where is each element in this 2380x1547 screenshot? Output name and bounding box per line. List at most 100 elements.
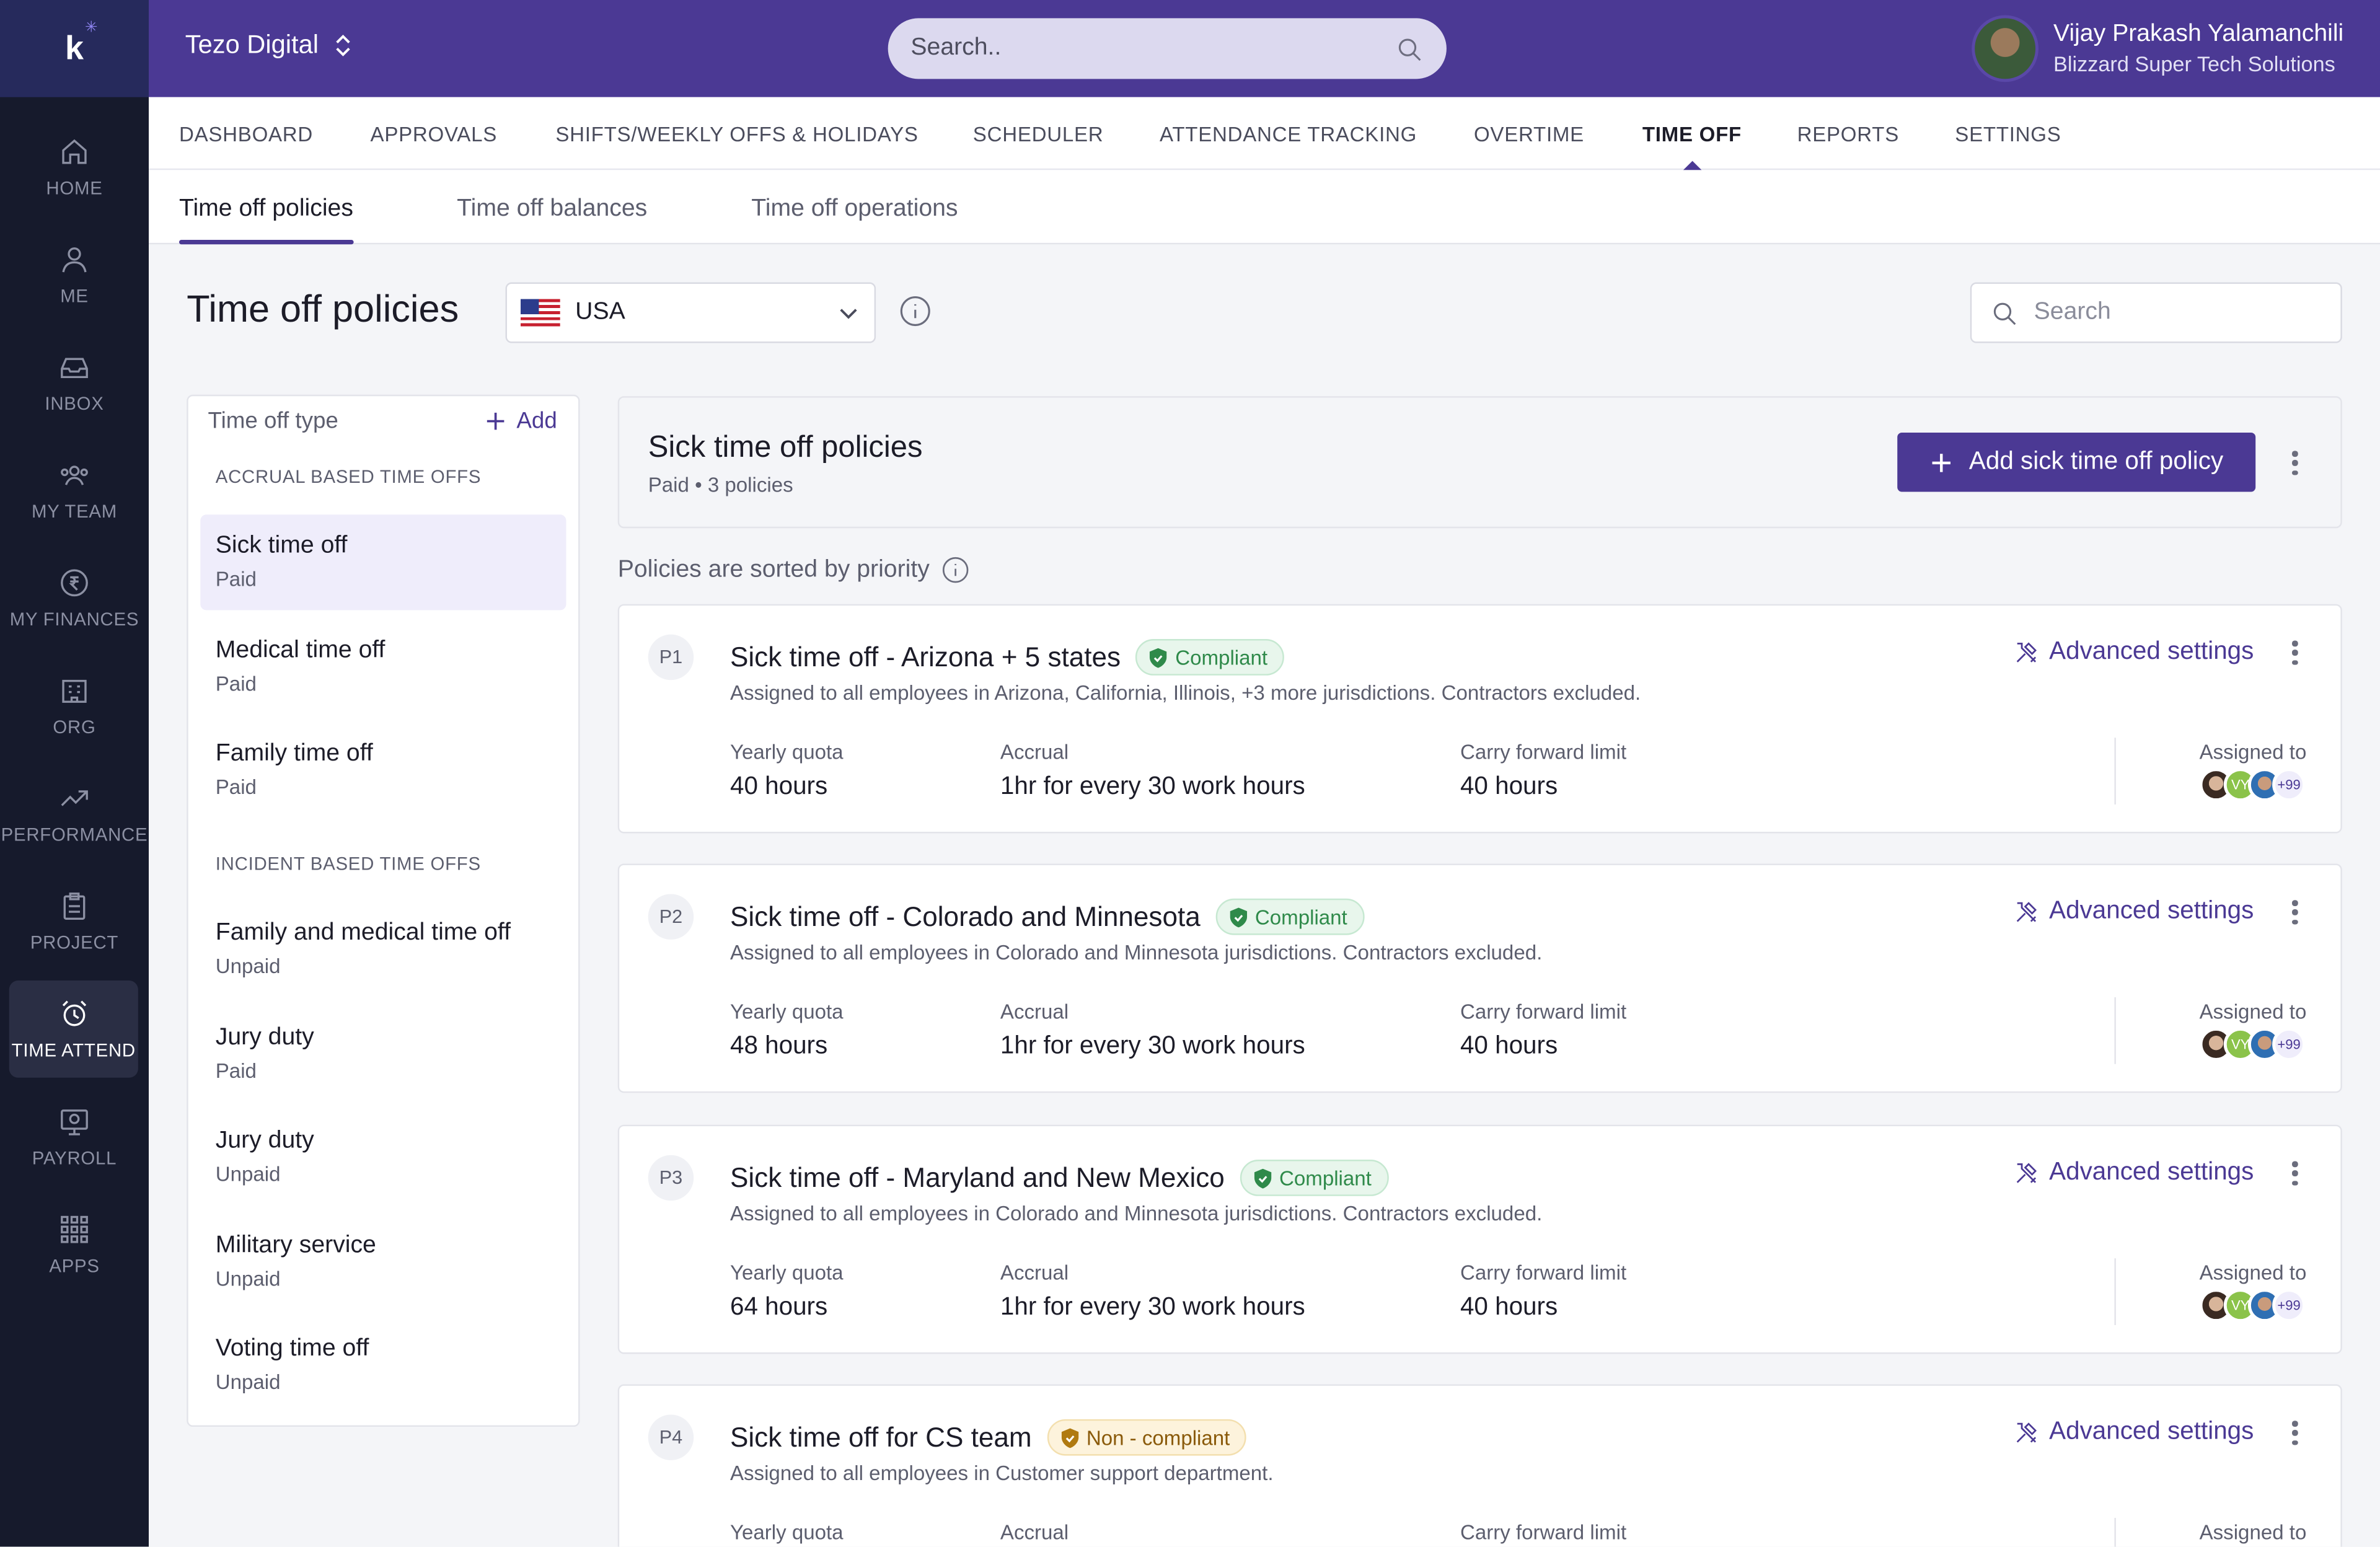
left-nav-rail: k ✳ HOME ME INBOX MY TEAM MY FINANCES ORG xyxy=(0,0,149,1547)
building-icon xyxy=(62,679,87,703)
advanced-settings-link[interactable]: Advanced settings xyxy=(2012,1158,2254,1188)
field-label: Carry forward limit xyxy=(1460,741,1627,764)
policy-card[interactable]: P3 Sick time off - Maryland and New Mexi… xyxy=(617,1124,2342,1354)
user-menu[interactable]: Vijay Prakash Yalamanchili Blizzard Supe… xyxy=(1971,15,2343,82)
policy-title: Sick time off - Arizona + 5 states xyxy=(729,641,1121,672)
rail-item-label: TIME ATTEND xyxy=(11,1039,136,1061)
advanced-settings-link[interactable]: Advanced settings xyxy=(2012,638,2254,667)
section-label: ACCRUAL BASED TIME OFFS xyxy=(215,465,482,488)
assigned-to: Assigned to VY +99 xyxy=(2199,741,2307,802)
tab-overtime[interactable]: OVERTIME xyxy=(1474,123,1584,146)
chevron-down-icon xyxy=(840,309,857,319)
more-options-icon[interactable] xyxy=(2292,640,2298,665)
type-item[interactable]: Medical time off Paid xyxy=(200,619,566,715)
plus-icon xyxy=(487,412,505,430)
type-panel-title: Time off type xyxy=(208,408,338,434)
field-label: Assigned to xyxy=(2199,1261,2307,1284)
add-sick-policy-button[interactable]: Add sick time off policy xyxy=(1897,432,2256,492)
policy-card[interactable]: P1 Sick time off - Arizona + 5 states Co… xyxy=(617,604,2342,834)
info-icon[interactable] xyxy=(899,294,932,328)
app-logo[interactable]: k ✳ xyxy=(0,0,149,97)
add-type-button[interactable]: Add xyxy=(485,408,557,434)
avatar-group[interactable]: VY +99 xyxy=(2199,1027,2307,1061)
inbox-icon xyxy=(61,358,88,379)
priority-badge: P2 xyxy=(648,894,694,940)
rail-item-payroll[interactable]: PAYROLL xyxy=(0,1088,149,1186)
rail-item-my-team[interactable]: MY TEAM xyxy=(0,442,149,539)
tab-attendance-tracking[interactable]: ATTENDANCE TRACKING xyxy=(1160,123,1417,146)
carry-forward-limit: Carry forward limit 40 hours xyxy=(1460,1261,1626,1322)
type-item[interactable]: Sick time off Paid xyxy=(200,514,566,610)
org-switcher[interactable]: Tezo Digital xyxy=(185,30,355,61)
priority-badge: P3 xyxy=(648,1155,694,1201)
tools-icon xyxy=(2016,901,2037,922)
rail-item-time-attend[interactable]: TIME ATTEND xyxy=(9,981,138,1078)
tab-scheduler[interactable]: SCHEDULER xyxy=(973,123,1104,146)
country-select[interactable]: USA xyxy=(505,282,876,343)
field-label: Yearly quota xyxy=(729,1520,844,1544)
tab-reports[interactable]: REPORTS xyxy=(1797,123,1899,146)
type-item[interactable]: Voting time off Unpaid xyxy=(200,1318,566,1413)
rail-item-label: MY TEAM xyxy=(32,501,117,522)
subtab-time-off-operations[interactable]: Time off operations xyxy=(751,196,958,223)
field-label: Accrual xyxy=(1000,1000,1069,1023)
subtab-time-off-balances[interactable]: Time off balances xyxy=(457,196,647,223)
assigned-to: Assigned to VY +99 xyxy=(2200,1521,2307,1547)
tab-settings[interactable]: SETTINGS xyxy=(1955,123,2061,146)
avatar-group[interactable]: VY +99 xyxy=(2199,1289,2307,1323)
rail-item-my-finances[interactable]: MY FINANCES xyxy=(0,550,149,647)
rail-item-inbox[interactable]: INBOX xyxy=(0,334,149,431)
policy-card[interactable]: P2 Sick time off - Colorado and Minnesot… xyxy=(617,863,2342,1093)
team-icon xyxy=(61,465,88,485)
policy-description: Assigned to all employees in Customer su… xyxy=(729,1461,1274,1485)
us-flag-icon xyxy=(521,299,560,327)
type-item[interactable]: Jury duty Unpaid xyxy=(200,1109,566,1205)
plus-icon xyxy=(1933,453,1951,472)
type-item[interactable]: Family time off Paid xyxy=(200,723,566,818)
sort-note-text: Policies are sorted by priority xyxy=(617,556,930,583)
advanced-settings-link[interactable]: Advanced settings xyxy=(2012,1417,2254,1447)
policy-card[interactable]: P4 Sick time off for CS team Non - compl… xyxy=(617,1384,2342,1547)
more-options-icon[interactable] xyxy=(2292,1421,2298,1445)
more-options-icon[interactable] xyxy=(2292,451,2298,475)
subtab-time-off-policies[interactable]: Time off policies xyxy=(178,196,353,245)
tab-dashboard[interactable]: DASHBOARD xyxy=(179,123,313,146)
rupee-icon xyxy=(61,569,88,597)
type-item[interactable]: Military service Unpaid xyxy=(200,1214,566,1310)
divider xyxy=(2114,997,2116,1064)
rail-item-apps[interactable]: APPS xyxy=(0,1196,149,1294)
user-icon xyxy=(62,247,87,273)
rail-item-label: PERFORMANCE xyxy=(1,824,148,846)
tools-icon xyxy=(2016,1162,2037,1183)
status-text: Compliant xyxy=(1175,646,1268,669)
global-search-input[interactable]: Search.. xyxy=(888,18,1447,79)
sub-tabs: Time off policies Time off balances Time… xyxy=(149,170,2380,245)
user-company: Blizzard Super Tech Solutions xyxy=(2053,51,2335,76)
advanced-settings-label: Advanced settings xyxy=(2049,1158,2254,1186)
policy-search-input[interactable]: Search xyxy=(1970,282,2342,343)
rail-item-performance[interactable]: PERFORMANCE xyxy=(0,765,149,862)
tab-shifts[interactable]: SHIFTS/WEEKLY OFFS & HOLIDAYS xyxy=(555,123,918,146)
more-options-icon[interactable] xyxy=(2292,900,2298,925)
field-label: Assigned to xyxy=(2199,1520,2307,1544)
rail-item-project[interactable]: PROJECT xyxy=(0,873,149,970)
rail-item-label: ORG xyxy=(53,716,96,738)
more-options-icon[interactable] xyxy=(2292,1161,2298,1186)
rail-item-label: PAYROLL xyxy=(32,1147,117,1169)
rail-item-me[interactable]: ME xyxy=(0,226,149,324)
avatar-group[interactable]: VY +99 xyxy=(2199,768,2307,802)
type-item[interactable]: Jury duty Paid xyxy=(200,1007,566,1102)
tab-approvals[interactable]: APPROVALS xyxy=(371,123,497,146)
org-name: Tezo Digital xyxy=(185,30,319,60)
rail-item-home[interactable]: HOME xyxy=(0,118,149,216)
priority-badge: P1 xyxy=(648,634,694,681)
rail-item-label: MY FINANCES xyxy=(9,609,139,630)
rail-item-label: HOME xyxy=(46,177,103,199)
advanced-settings-link[interactable]: Advanced settings xyxy=(2012,897,2254,926)
field-value: 40 hours xyxy=(1460,1032,1558,1060)
info-icon[interactable] xyxy=(941,555,971,584)
assigned-to: Assigned to VY +99 xyxy=(2199,1261,2307,1323)
type-item[interactable]: Family and medical time off Unpaid xyxy=(200,902,566,997)
tab-time-off[interactable]: TIME OFF xyxy=(1642,123,1742,174)
rail-item-org[interactable]: ORG xyxy=(0,657,149,754)
